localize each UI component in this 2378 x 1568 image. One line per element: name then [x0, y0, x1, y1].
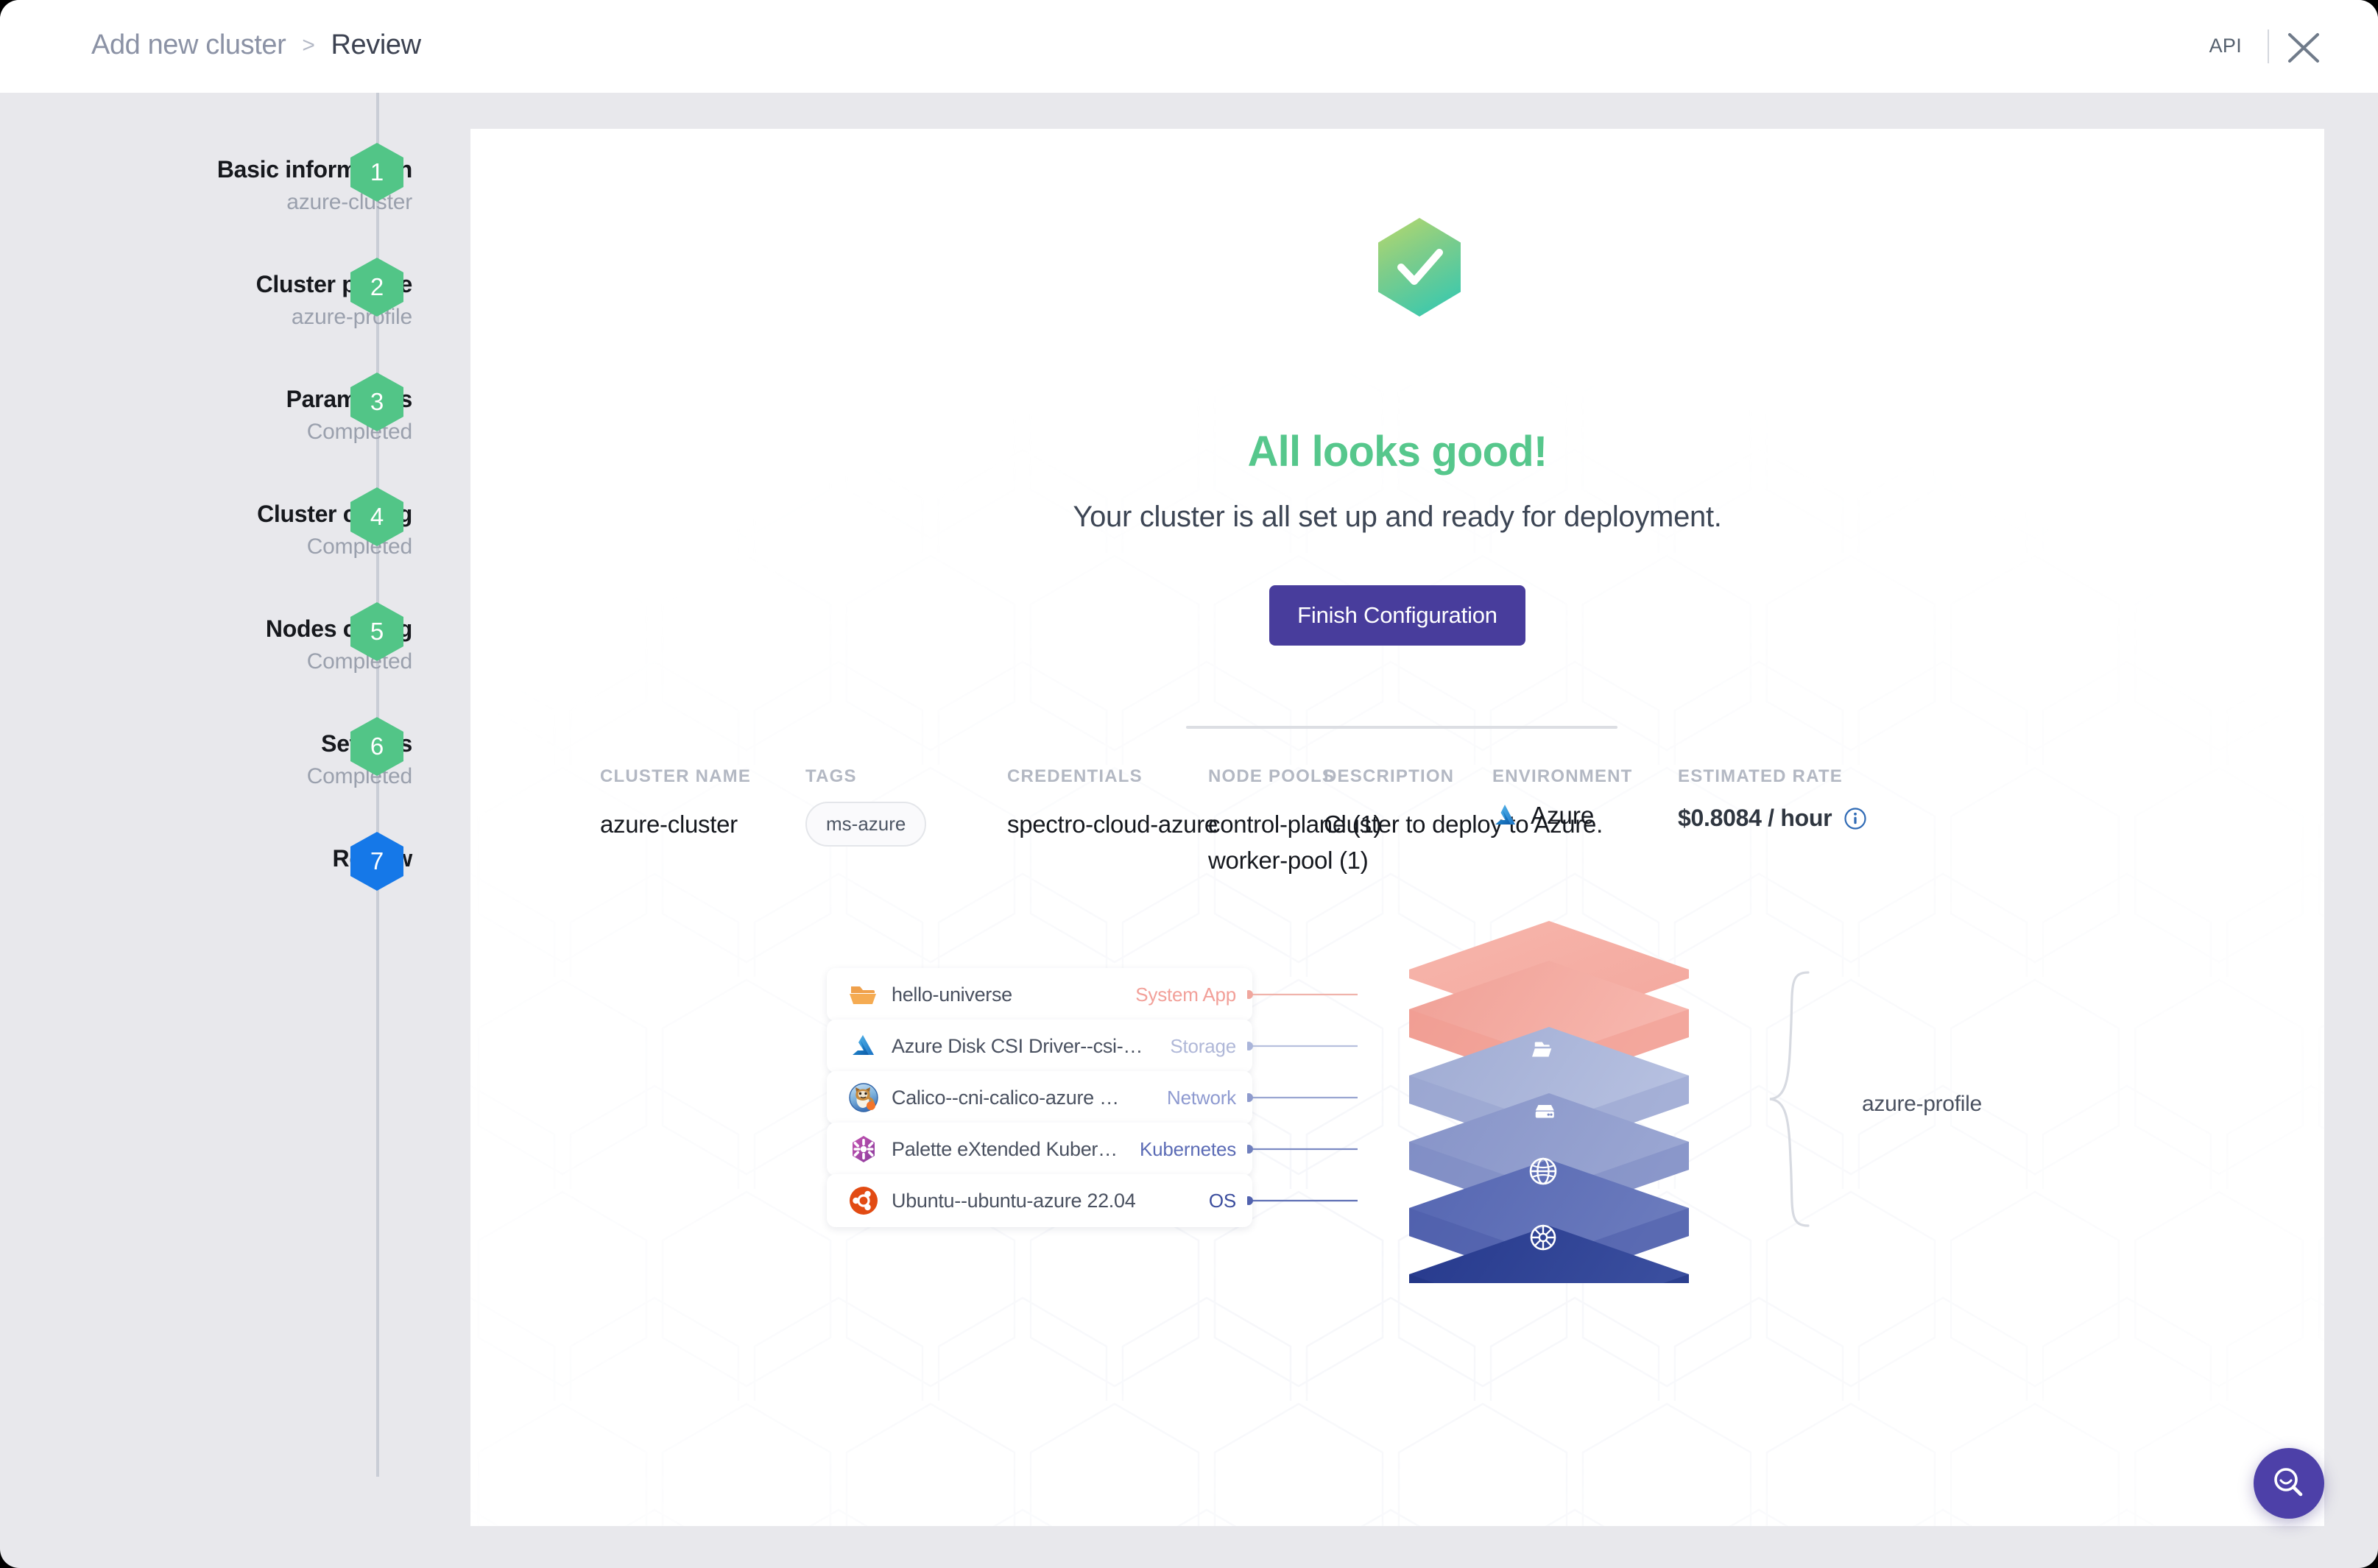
summary-value-wrap: Azure: [1492, 802, 1633, 830]
profile-layer-row[interactable]: Palette eXtended Kuber… Kubernetes: [827, 1123, 1252, 1176]
stepper-item-subtitle: Completed: [306, 534, 412, 559]
palette-icon: [847, 1133, 880, 1165]
breadcrumb-separator-icon: >: [302, 32, 315, 57]
breadcrumb: Add new cluster > Review: [91, 29, 421, 61]
profile-layer-name: Azure Disk CSI Driver--csi-…: [892, 1034, 1143, 1057]
summary-label: ENVIRONMENT: [1492, 766, 1633, 786]
window-topbar: Add new cluster > Review API: [0, 0, 2378, 93]
stepper-item-subtitle: Completed: [306, 649, 412, 674]
estimated-rate-value: $0.8084 / hour: [1678, 805, 1832, 831]
close-icon: [2288, 33, 2319, 63]
section-divider: [1186, 726, 1617, 729]
add-cluster-wizard-window: Add new cluster > Review API Basic infor…: [0, 0, 2378, 1568]
review-panel: All looks good! Your cluster is all set …: [470, 129, 2324, 1526]
breadcrumb-parent[interactable]: Add new cluster: [91, 29, 286, 61]
profile-layer-type: Storage: [1170, 1034, 1236, 1057]
profile-layer-type: OS: [1208, 1189, 1236, 1212]
stepper-item-subtitle: Completed: [306, 420, 412, 444]
search-icon: [2274, 1468, 2303, 1497]
summary-label: CREDENTIALS: [1007, 766, 1143, 786]
page-title: All looks good!: [1247, 428, 1548, 476]
finish-configuration-button[interactable]: Finish Configuration: [1269, 585, 1525, 646]
azure-icon: [847, 1030, 880, 1062]
stepper-item-subtitle: azure-profile: [291, 305, 412, 329]
profile-name-label: azure-profile: [1862, 1092, 1982, 1116]
check-hexagon-icon: [1374, 213, 1465, 322]
summary-value: worker-pool (1): [1208, 847, 1369, 874]
tag-badge[interactable]: ms-azure: [805, 802, 927, 847]
summary-value-wrap: $0.8084 / hour: [1678, 805, 1867, 832]
stepper-badge-7[interactable]: 7: [350, 832, 403, 891]
summary-cluster-name: CLUSTER NAME azure-cluster: [600, 766, 751, 842]
environment-label: Azure: [1531, 802, 1595, 829]
close-button[interactable]: [2287, 32, 2321, 63]
azure-icon: [1495, 805, 1515, 824]
folder-icon: [847, 978, 880, 1011]
summary-estimated-rate: ESTIMATED RATE $0.8084 / hour: [1678, 766, 1867, 832]
calico-icon: [847, 1081, 880, 1114]
summary-label: TAGS: [805, 766, 857, 786]
summary-environment: ENVIRONMENT Azure: [1492, 766, 1633, 830]
summary-tags: TAGS ms-azure: [805, 766, 927, 847]
cluster-profile-diagram: hello-universe System App Azure Disk CSI D…: [470, 921, 2324, 1321]
stepper-item-subtitle: Completed: [306, 764, 412, 788]
profile-layer-name: hello-universe: [892, 983, 1012, 1006]
cluster-summary-row: CLUSTER NAME azure-cluster TAGS ms-azure…: [470, 766, 2324, 884]
profile-layer-row[interactable]: hello-universe System App: [827, 968, 1252, 1021]
stepper-item-subtitle: azure-cluster: [286, 190, 412, 214]
profile-layer-type: System App: [1135, 983, 1236, 1006]
profile-layer-name: Palette eXtended Kuber…: [892, 1137, 1118, 1160]
profile-brace: [1769, 971, 1810, 1227]
page-subtitle: Your cluster is all set up and ready for…: [1073, 501, 1722, 533]
summary-credentials: CREDENTIALS spectro-cloud-azure: [1007, 766, 1218, 842]
ubuntu-icon: [847, 1184, 880, 1217]
summary-label: CLUSTER NAME: [600, 766, 752, 786]
profile-layer-name: Calico--cni-calico-azure …: [892, 1086, 1119, 1109]
storage-icon: [1535, 1105, 1554, 1118]
summary-value: spectro-cloud-azure: [1007, 811, 1218, 838]
profile-layer-row[interactable]: Calico--cni-calico-azure … Network: [827, 1071, 1252, 1124]
profile-layer-row[interactable]: Ubuntu--ubuntu-azure 22.04 OS: [827, 1174, 1252, 1227]
profile-layer-name: Ubuntu--ubuntu-azure 22.04: [892, 1189, 1136, 1212]
summary-label: ESTIMATED RATE: [1678, 766, 1843, 786]
api-link[interactable]: API: [2209, 35, 2242, 57]
summary-value: azure-cluster: [600, 811, 738, 838]
search-fab-button[interactable]: [2254, 1448, 2324, 1519]
profile-layer-row[interactable]: Azure Disk CSI Driver--csi-… Storage: [827, 1020, 1252, 1073]
profile-layer-stack-icon: [1409, 921, 1689, 1283]
info-icon[interactable]: [1844, 807, 1867, 830]
breadcrumb-current: Review: [331, 29, 422, 60]
profile-layer-type: Network: [1167, 1086, 1236, 1109]
topbar-divider: [2268, 29, 2269, 63]
profile-layer-type: Kubernetes: [1140, 1137, 1236, 1160]
